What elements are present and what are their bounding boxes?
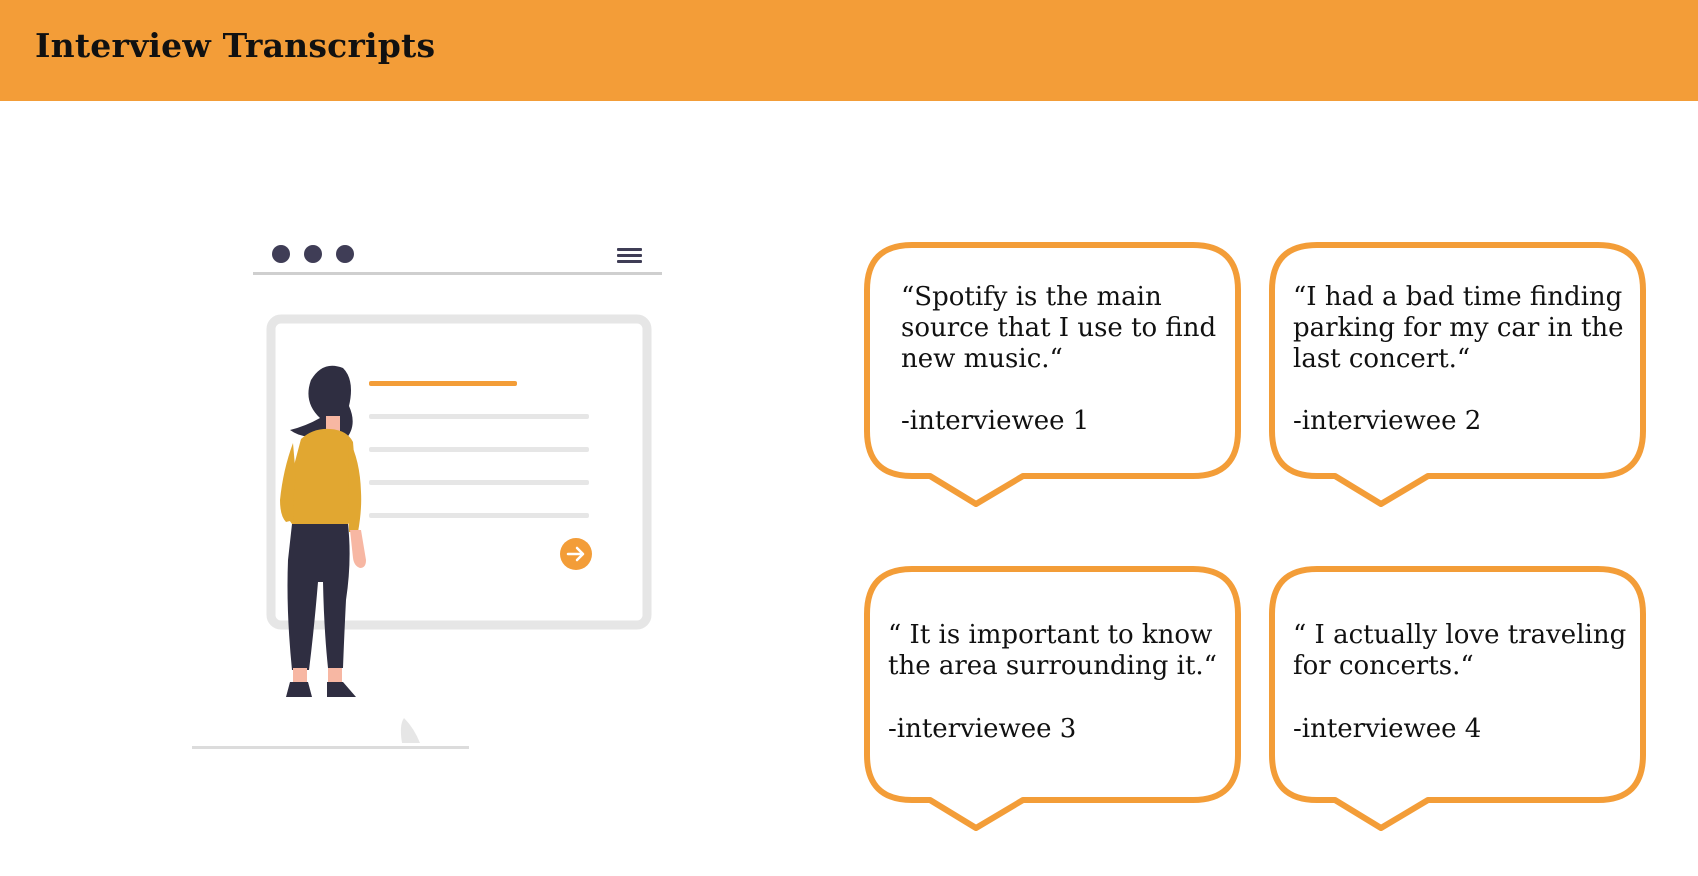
text-line [369, 447, 589, 452]
quote-author: -interviewee 3 [888, 714, 1077, 744]
window-dot-icon [336, 245, 354, 263]
arrow-right-icon [560, 538, 592, 570]
header-bar: Interview Transcripts [0, 0, 1698, 101]
heading-line [369, 381, 517, 386]
speech-bubble-shape [1269, 566, 1646, 831]
browser-top-line [253, 272, 662, 275]
text-line [369, 480, 589, 485]
speech-bubble-shape [864, 566, 1241, 831]
quote-bubble: “ I actually love traveling for concerts… [1269, 566, 1653, 846]
quote-bubble: “ It is important to know the area surro… [864, 566, 1248, 846]
quote-author: -interviewee 2 [1293, 406, 1482, 436]
window-dot-icon [304, 245, 322, 263]
quote-text: “ It is important to know the area surro… [888, 620, 1217, 681]
quote-text: “I had a bad time finding parking for my… [1293, 282, 1624, 374]
slide: Interview Transcripts “Spotify is the ma… [0, 0, 1698, 876]
quote-bubble: “Spotify is the main source that I use t… [864, 242, 1248, 522]
window-dot-icon [272, 245, 290, 263]
quote-author: -interviewee 4 [1293, 714, 1482, 744]
quote-author: -interviewee 1 [901, 406, 1090, 436]
plant-shape [400, 718, 420, 743]
person-viewing-webpage-illustration [180, 230, 680, 760]
ground-line [192, 746, 469, 749]
page-title: Interview Transcripts [35, 26, 436, 65]
text-line [369, 414, 589, 419]
text-line [369, 513, 589, 518]
quote-text: “Spotify is the main source that I use t… [901, 282, 1217, 374]
quote-text: “ I actually love traveling for concerts… [1293, 620, 1627, 681]
hamburger-menu-icon [617, 248, 642, 263]
quote-bubble: “I had a bad time finding parking for my… [1269, 242, 1653, 522]
